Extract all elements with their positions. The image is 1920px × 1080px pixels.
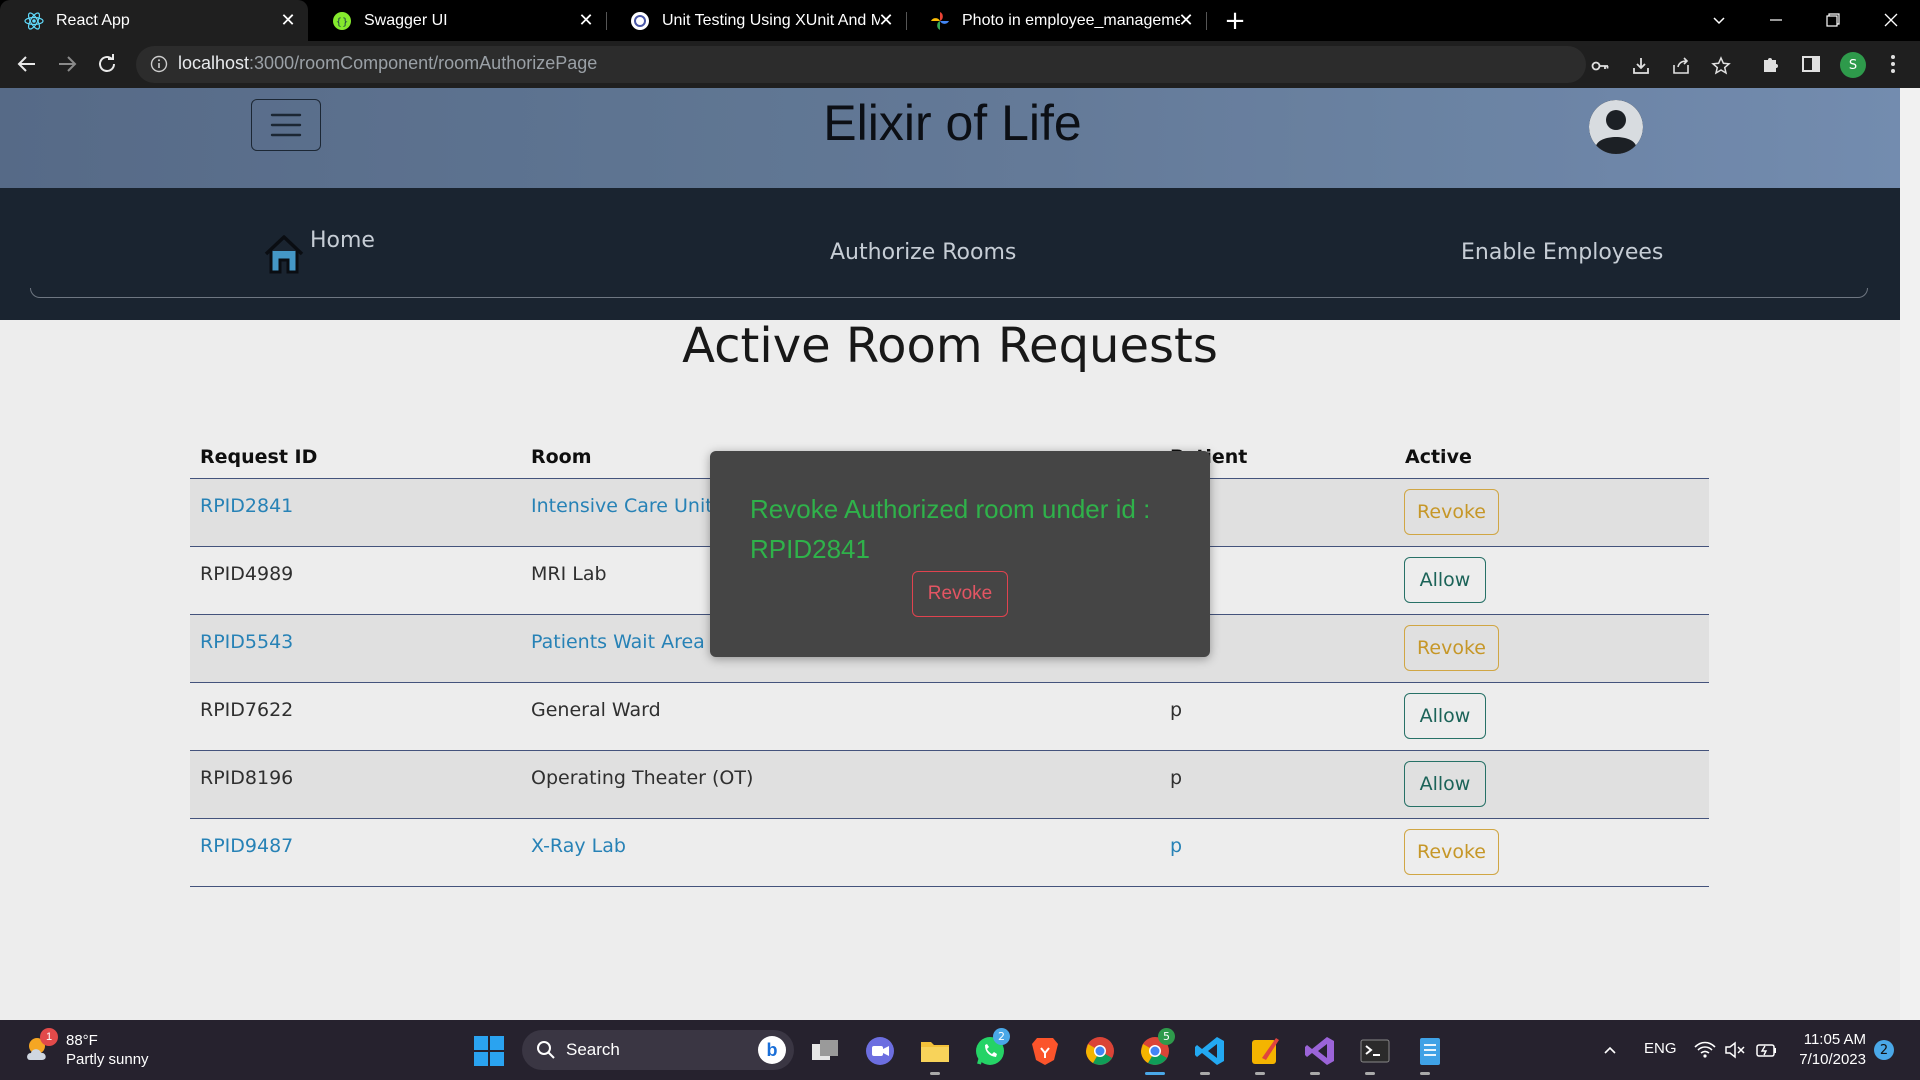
share-icon[interactable] xyxy=(1670,55,1692,77)
chrome-profile-icon[interactable]: 5 xyxy=(1138,1028,1175,1068)
battery-charging-icon[interactable] xyxy=(1754,1039,1778,1061)
swagger-icon: {} xyxy=(332,11,352,31)
weather-desc: Partly sunny xyxy=(66,1051,149,1068)
bookmark-star-icon[interactable] xyxy=(1710,55,1732,77)
terminal-icon[interactable] xyxy=(1358,1034,1392,1068)
url-host: localhost xyxy=(178,53,250,73)
vscode-icon[interactable] xyxy=(1193,1034,1227,1068)
close-window-icon[interactable] xyxy=(1876,6,1906,34)
tab-title: Unit Testing Using XUnit And MOQ xyxy=(662,11,880,29)
svg-text:{}: {} xyxy=(336,17,349,28)
weather-temp: 88°F xyxy=(66,1032,98,1049)
csharp-corner-icon xyxy=(630,11,650,31)
weather-widget[interactable]: 1 88°F Partly sunny xyxy=(22,1028,149,1072)
modal-revoke-button[interactable]: Revoke xyxy=(912,571,1008,617)
minimize-icon[interactable] xyxy=(1761,6,1791,34)
tab-photo[interactable]: Photo in employee_management ✕ xyxy=(906,0,1206,41)
url-text[interactable]: localhost:3000/roomComponent/roomAuthori… xyxy=(178,53,597,74)
side-panel-icon[interactable] xyxy=(1800,53,1822,75)
search-icon xyxy=(536,1040,556,1060)
page-scrollbar[interactable] xyxy=(1900,88,1920,1020)
extensions-puzzle-icon[interactable] xyxy=(1760,53,1782,75)
whatsapp-icon[interactable]: 2 xyxy=(973,1028,1010,1068)
running-indicator xyxy=(1310,1072,1320,1075)
tab-react-app[interactable]: React App ✕ xyxy=(0,0,308,41)
forward-arrow-icon[interactable] xyxy=(54,51,80,77)
notification-badge[interactable]: 2 xyxy=(1874,1040,1894,1060)
windows-start-icon[interactable] xyxy=(472,1034,506,1068)
google-photos-icon xyxy=(930,11,950,31)
web-page: Elixir of Life Home Authorize Rooms Enab… xyxy=(0,88,1920,1020)
restore-icon[interactable] xyxy=(1818,6,1848,34)
close-icon[interactable]: ✕ xyxy=(1176,10,1196,30)
running-indicator xyxy=(1200,1072,1210,1075)
whatsapp-badge: 2 xyxy=(993,1028,1010,1045)
clock-time: 11:05 AM xyxy=(1803,1031,1866,1048)
tab-title: Photo in employee_management xyxy=(962,11,1180,29)
weather-text: 88°F Partly sunny xyxy=(66,1031,149,1069)
close-icon[interactable]: ✕ xyxy=(278,10,298,30)
paint-icon[interactable] xyxy=(1248,1034,1282,1068)
key-icon[interactable] xyxy=(1589,55,1611,77)
clock-date: 7/10/2023 xyxy=(1799,1051,1866,1068)
install-icon[interactable] xyxy=(1630,55,1652,77)
url-path: :3000/roomComponent/roomAuthorizePage xyxy=(249,53,598,73)
running-indicator xyxy=(930,1072,940,1075)
visual-studio-icon[interactable] xyxy=(1303,1034,1337,1068)
chrome-icon[interactable] xyxy=(1083,1034,1117,1068)
chrome-badge: 5 xyxy=(1158,1028,1175,1045)
close-icon[interactable]: ✕ xyxy=(876,10,896,30)
modal-message: Revoke Authorized room under id : RPID28… xyxy=(750,494,1151,564)
weather-badge: 1 xyxy=(40,1028,58,1046)
bing-icon[interactable]: b xyxy=(758,1036,786,1064)
running-indicator xyxy=(1255,1072,1265,1075)
profile-avatar[interactable]: S xyxy=(1840,52,1866,78)
tab-title: React App xyxy=(56,11,130,29)
react-icon xyxy=(24,11,44,31)
volume-muted-icon[interactable] xyxy=(1724,1039,1746,1061)
revoke-confirm-modal: Revoke Authorized room under id : RPID28… xyxy=(710,451,1210,657)
running-indicator xyxy=(1420,1072,1430,1075)
address-bar[interactable]: localhost:3000/roomComponent/roomAuthori… xyxy=(136,46,1731,83)
tab-search-chevron-icon[interactable] xyxy=(1704,6,1734,34)
brave-icon[interactable] xyxy=(1028,1034,1062,1068)
tab-title: Swagger UI xyxy=(364,11,448,29)
taskbar-search-box[interactable]: Search b xyxy=(522,1030,794,1070)
close-icon[interactable]: ✕ xyxy=(576,10,596,30)
chevron-up-icon[interactable] xyxy=(1600,1040,1620,1060)
reload-icon[interactable] xyxy=(94,51,120,77)
partly-sunny-icon: 1 xyxy=(22,1028,58,1068)
search-label: Search xyxy=(566,1040,620,1059)
file-explorer-icon[interactable] xyxy=(918,1034,952,1068)
new-tab-plus-icon[interactable]: + xyxy=(1222,6,1248,36)
tab-swagger-ui[interactable]: {} Swagger UI ✕ xyxy=(308,0,606,41)
running-indicator xyxy=(1365,1072,1375,1075)
browser-tab-bar: React App ✕ {} Swagger UI ✕ Unit Testing… xyxy=(0,0,1920,41)
notepad-icon[interactable] xyxy=(1413,1034,1447,1068)
kebab-menu-icon[interactable] xyxy=(1882,53,1904,75)
info-icon[interactable] xyxy=(150,55,168,73)
tab-unit-testing[interactable]: Unit Testing Using XUnit And MOQ ✕ xyxy=(606,0,906,41)
language-indicator[interactable]: ENG xyxy=(1644,1040,1677,1057)
task-view-icon[interactable] xyxy=(808,1034,842,1068)
back-arrow-icon[interactable] xyxy=(14,51,40,77)
browser-toolbar: localhost:3000/roomComponent/roomAuthori… xyxy=(0,41,1920,88)
tab-separator xyxy=(1206,12,1207,30)
teams-chat-icon[interactable] xyxy=(863,1034,897,1068)
windows-taskbar: 1 88°F Partly sunny Search b 2 5 ENG 11:… xyxy=(0,1020,1920,1080)
running-indicator xyxy=(1145,1072,1165,1075)
system-clock[interactable]: 11:05 AM 7/10/2023 xyxy=(1790,1030,1866,1070)
wifi-icon[interactable] xyxy=(1694,1039,1716,1061)
